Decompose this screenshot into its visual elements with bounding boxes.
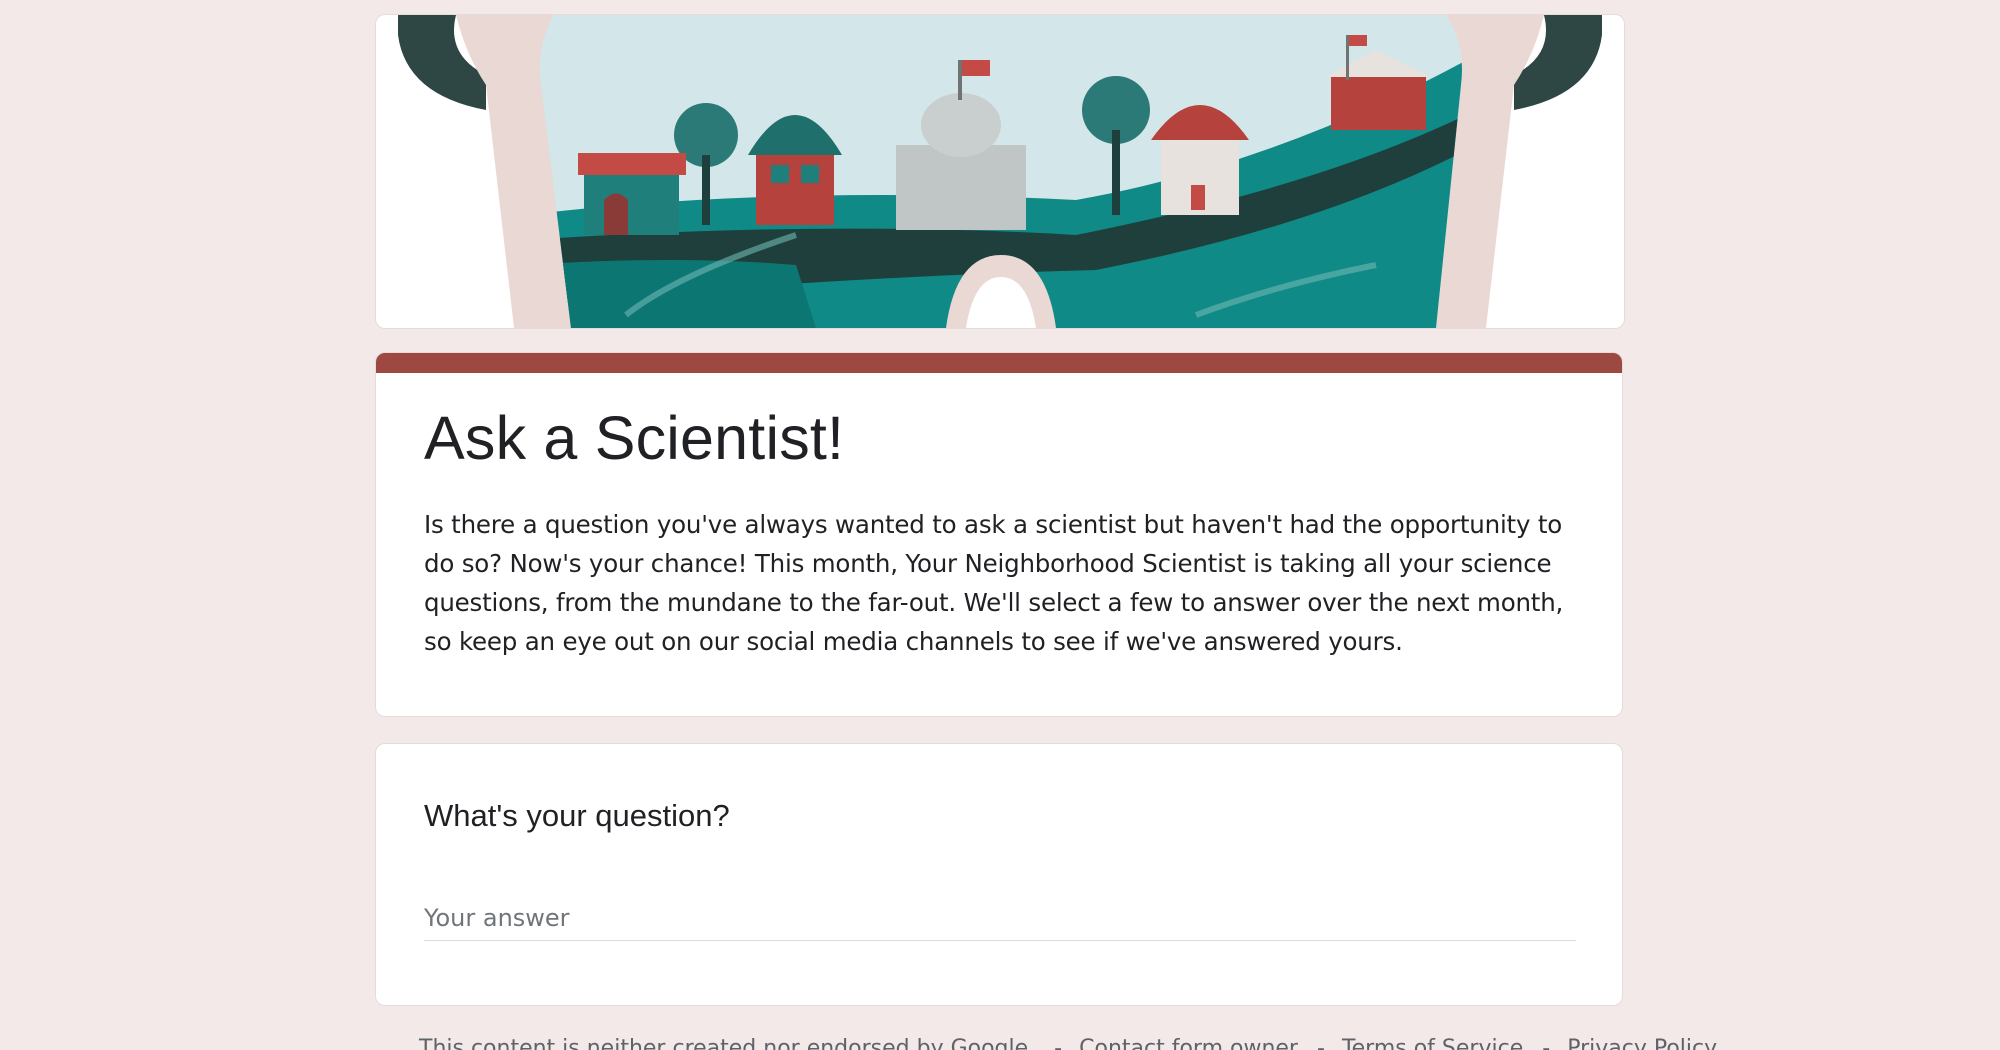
question-card: What's your question? [375,743,1623,1006]
question-label: What's your question? [424,798,730,833]
footer-disclaimer: This content is neither created nor endo… [419,1036,1036,1050]
page: Ask a Scientist! Is there a question you… [0,0,2000,1050]
footer-separator: - [1542,1036,1551,1050]
footer-separator: - [1316,1036,1325,1050]
privacy-link[interactable]: Privacy Policy [1567,1036,1717,1050]
neighborhood-glasses-illustration [398,15,1602,328]
footer-separator: - [1054,1036,1063,1050]
header-image-card [375,14,1625,329]
answer-input[interactable] [424,896,1576,941]
form-title: Ask a Scientist! [424,404,845,472]
form-description: Is there a question you've always wanted… [424,510,1564,656]
terms-link[interactable]: Terms of Service [1342,1036,1523,1050]
form-title-card: Ask a Scientist! Is there a question you… [375,352,1623,717]
footer: This content is neither created nor endo… [419,1036,1719,1050]
title-accent-bar [376,353,1622,373]
contact-owner-link[interactable]: Contact form owner [1079,1036,1298,1050]
